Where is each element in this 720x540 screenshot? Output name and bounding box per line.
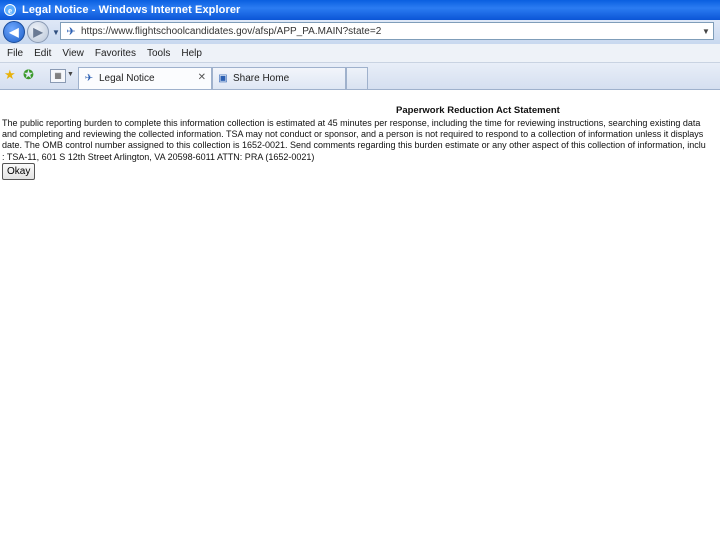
page-airplane-icon: ✈ [66, 25, 76, 38]
menu-file[interactable]: File [7, 48, 23, 59]
add-favorites-icon[interactable]: ✪ [23, 67, 34, 83]
close-tab-icon[interactable]: ✕ [198, 72, 206, 83]
menu-favorites[interactable]: Favorites [95, 48, 136, 59]
tab-share-home[interactable]: ▣ Share Home [212, 67, 346, 89]
okay-button[interactable]: Okay [2, 163, 36, 180]
navigation-toolbar: ◀ ▶ ▼ ✈ https://www.flightschoolcandidat… [0, 20, 720, 44]
address-dropdown-icon[interactable]: ▼ [699, 23, 713, 39]
favorites-star-icon[interactable]: ★ [4, 67, 16, 83]
back-button[interactable]: ◀ [3, 21, 25, 43]
menu-view[interactable]: View [62, 48, 84, 59]
tab-bar: ★ ✪ ▦ ▼ ✈ Legal Notice ✕ ▣ Share Home [0, 63, 720, 90]
svg-text:e: e [8, 6, 12, 16]
new-tab-button[interactable] [346, 67, 368, 89]
menu-help[interactable]: Help [181, 48, 202, 59]
tab-legal-notice[interactable]: ✈ Legal Notice ✕ [78, 67, 212, 89]
statement-line: The public reporting burden to complete … [2, 118, 701, 128]
recent-pages-dropdown-icon[interactable]: ▼ [52, 28, 60, 37]
statement-line: : TSA-11, 601 S 12th Street Arlington, V… [2, 152, 315, 162]
tab-airplane-icon: ✈ [84, 73, 94, 84]
statement-line: date. The OMB control number assigned to… [2, 140, 706, 150]
menu-bar: File Edit View Favorites Tools Help [0, 44, 720, 63]
title-bar: e Legal Notice - Windows Internet Explor… [0, 0, 720, 20]
address-url[interactable]: https://www.flightschoolcandidates.gov/a… [81, 26, 381, 37]
address-bar[interactable]: ✈ https://www.flightschoolcandidates.gov… [60, 22, 714, 40]
internet-explorer-icon: e [4, 4, 16, 16]
quick-tabs-icon[interactable]: ▦ [50, 69, 66, 83]
statement-line: and completing and reviewing the collect… [2, 129, 704, 139]
forward-button[interactable]: ▶ [27, 21, 49, 43]
tab-label: Legal Notice [99, 73, 155, 84]
tab-site-icon: ▣ [218, 73, 228, 84]
page-content: Paperwork Reduction Act Statement The pu… [0, 90, 720, 540]
window-title: Legal Notice - Windows Internet Explorer [22, 4, 241, 16]
menu-tools[interactable]: Tools [147, 48, 170, 59]
back-arrow-icon: ◀ [9, 25, 19, 39]
page-heading: Paperwork Reduction Act Statement [396, 105, 560, 116]
menu-edit[interactable]: Edit [34, 48, 51, 59]
forward-arrow-icon: ▶ [33, 25, 43, 39]
tab-list-dropdown-icon[interactable]: ▼ [67, 71, 74, 78]
tab-label: Share Home [233, 73, 290, 84]
